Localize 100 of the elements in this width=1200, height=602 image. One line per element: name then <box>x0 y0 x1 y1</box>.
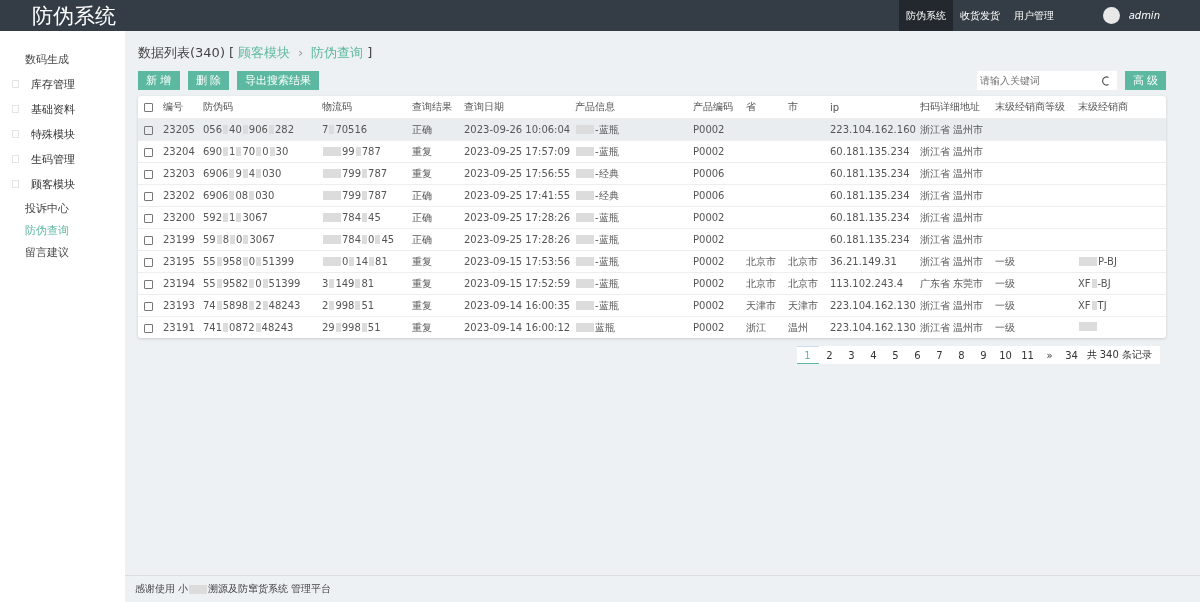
sidebar-item[interactable]: 库存管理 <box>31 77 75 92</box>
table-cell: 23205 <box>163 124 195 135</box>
cell-text-fragment: 1 <box>229 212 236 223</box>
user-name[interactable]: admin <box>1128 10 1160 21</box>
cell-text-fragment: 741 <box>203 322 223 333</box>
cell-text-fragment: 81 <box>361 278 375 289</box>
table-cell: P0002 <box>693 300 725 311</box>
page-button[interactable]: 5 <box>884 346 907 364</box>
bracket: ] <box>367 45 373 60</box>
cell-text-fragment: -蓝瓶 <box>595 254 619 269</box>
page-button[interactable]: » <box>1038 346 1061 364</box>
redaction-mark <box>329 279 335 288</box>
page-button[interactable]: 6 <box>906 346 929 364</box>
table-cell: 天津市 <box>746 299 776 311</box>
cell-text-fragment: 45 <box>368 211 381 223</box>
select-all-checkbox[interactable] <box>144 103 153 112</box>
cell-text-fragment: 99 <box>342 145 355 157</box>
cell-text-fragment: 2 <box>322 300 329 311</box>
table-cell: 浙江省 温州市 <box>920 189 984 201</box>
cell-text-fragment: 282 <box>274 124 294 135</box>
table-cell: 浙江省 温州市 <box>920 167 984 179</box>
row-checkbox[interactable] <box>144 301 153 311</box>
row-checkbox[interactable] <box>144 169 153 179</box>
cell-text-fragment: 0 <box>255 278 262 289</box>
table-cell: 23203 <box>163 168 195 179</box>
table-cell: 重复 <box>412 299 432 311</box>
redaction-mark <box>369 256 375 266</box>
page-button[interactable]: 10 <box>994 346 1017 364</box>
table-cell: 2023-09-25 17:56:55 <box>464 168 571 179</box>
table-cell: 23200 <box>163 212 195 223</box>
table-cell: 23195 <box>163 256 195 267</box>
top-nav-tab[interactable]: 收货发货 <box>952 0 1007 31</box>
sidebar-item[interactable]: 特殊模块 <box>31 127 75 142</box>
top-nav-tab[interactable]: 用户管理 <box>1006 0 1061 31</box>
table-cell: 60.181.135.234 <box>830 190 910 201</box>
list-title: 数据列表(340) <box>138 44 225 62</box>
page-button[interactable]: 3 <box>840 346 863 364</box>
table-cell: 36.21.149.31 <box>830 256 897 267</box>
redaction-mark <box>355 146 361 156</box>
top-nav-tab[interactable]: 防伪系统 <box>898 0 953 31</box>
cell-text-fragment: 056 <box>203 124 223 135</box>
row-checkbox[interactable] <box>144 235 153 245</box>
table-cell: 正确 <box>412 189 432 201</box>
redaction-mark <box>355 301 361 310</box>
page-button[interactable]: 4 <box>862 346 885 364</box>
page-button[interactable]: 7 <box>928 346 951 364</box>
row-checkbox[interactable] <box>144 323 153 333</box>
cell-text-fragment: 0 <box>248 256 256 267</box>
cell-text-fragment: -蓝瓶 <box>595 210 619 225</box>
sidebar-item[interactable]: 数码生成 <box>25 52 69 67</box>
row-checkbox[interactable] <box>144 257 153 267</box>
page-button[interactable]: 2 <box>818 346 841 364</box>
sidebar-item[interactable]: 投诉中心 <box>25 200 69 216</box>
column-header: 末级经销商 <box>1075 96 1166 119</box>
bracket: [ <box>228 45 235 60</box>
cell-text-fragment: 51399 <box>262 256 294 267</box>
loading-icon <box>1100 76 1111 86</box>
table-cell: P0002 <box>693 234 725 245</box>
page-button[interactable]: 8 <box>950 346 973 364</box>
table-cell: P0002 <box>693 278 725 289</box>
row-checkbox[interactable] <box>144 213 153 223</box>
cell-text-fragment: 8 <box>222 234 230 245</box>
page-button[interactable]: 11 <box>1016 346 1039 364</box>
table-cell: 北京市 <box>746 255 776 267</box>
table-cell: 60.181.135.234 <box>830 146 910 157</box>
cell-text-fragment: 08 <box>235 190 249 201</box>
table-cell: 重复 <box>412 255 432 267</box>
table-cell: 113.102.243.4 <box>830 278 904 289</box>
cell-text-fragment: 6906 <box>203 190 229 201</box>
cell-text-fragment: XF <box>1078 278 1091 289</box>
redaction-mark <box>362 190 368 200</box>
avatar-icon[interactable] <box>1102 7 1120 24</box>
cell-text-fragment: 30 <box>275 146 289 157</box>
app-title: 防伪系统 <box>32 2 117 30</box>
page-button[interactable]: 9 <box>972 346 995 364</box>
sidebar-item[interactable]: 留言建议 <box>25 244 69 260</box>
cell-text-fragment: 48243 <box>261 322 294 333</box>
cell-text-fragment: -BJ <box>1097 278 1111 289</box>
table-cell: 天津市 <box>788 299 818 311</box>
sidebar-item[interactable]: 顾客模块 <box>31 177 75 192</box>
sidebar-item[interactable]: 生码管理 <box>31 152 75 167</box>
redaction-mark <box>361 323 367 332</box>
cell-text-fragment: 3 <box>322 278 329 289</box>
table-cell: 60.181.135.234 <box>830 168 910 179</box>
row-checkbox[interactable] <box>144 191 153 201</box>
search-field[interactable]: 请输入关键词 <box>976 71 1117 90</box>
row-checkbox[interactable] <box>144 279 153 289</box>
row-checkbox[interactable] <box>144 125 153 135</box>
cell-text-fragment: 0 <box>236 234 243 245</box>
cell-text-fragment: 787 <box>368 167 388 179</box>
column-header: 扫码详细地址 <box>917 96 992 119</box>
cell-text-fragment: -蓝瓶 <box>595 276 619 291</box>
cell-text-fragment: 149 <box>335 278 355 289</box>
table-cell: 重复 <box>412 167 432 179</box>
sidebar-item[interactable]: 基础资料 <box>31 102 75 117</box>
table-cell: 60.181.135.234 <box>830 234 910 245</box>
cell-text-fragment: 29 <box>322 322 335 333</box>
page-button[interactable]: 34 <box>1060 346 1083 364</box>
row-checkbox[interactable] <box>144 147 153 157</box>
table-cell: 浙江省 温州市 <box>920 255 984 267</box>
